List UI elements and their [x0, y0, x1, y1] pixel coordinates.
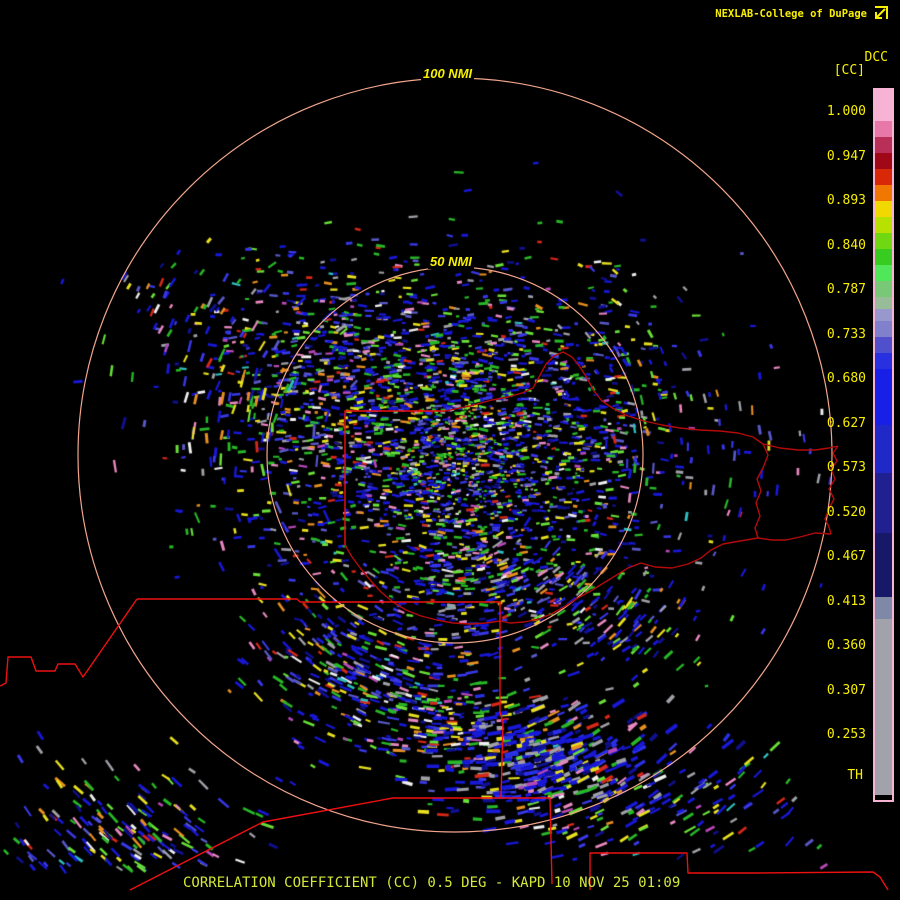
river-boundary-line [445, 352, 768, 538]
nexlab-logo-icon [872, 6, 888, 22]
colorbar-tick: 0.573 [827, 460, 866, 475]
colorbar-segment [875, 265, 892, 281]
colorbar-segment [875, 353, 892, 369]
colorbar-tick: 1.000 [827, 104, 866, 119]
colorbar-title: DCC [865, 50, 888, 65]
colorbar-segment [875, 217, 892, 233]
brand-text: NEXLAB-College of DuPage [715, 8, 867, 20]
colorbar-segment [875, 597, 892, 619]
colorbar-segment [875, 121, 892, 137]
colorbar-tick: 0.467 [827, 549, 866, 564]
colorbar-threshold-label: TH [847, 768, 863, 783]
colorbar-tick: 0.520 [827, 505, 866, 520]
county-boundary-line [500, 602, 552, 884]
colorbar-segment [875, 233, 892, 249]
status-bar: CORRELATION COEFFICIENT (CC) 0.5 DEG - K… [183, 875, 680, 891]
colorbar-tick: 0.893 [827, 193, 866, 208]
colorbar-segment [875, 321, 892, 337]
river-boundary-line [758, 533, 831, 540]
colorbar-segment [875, 309, 892, 321]
colorbar-tick: 0.413 [827, 594, 866, 609]
colorbar-segment [875, 425, 892, 473]
colorbar-tick: 0.733 [827, 327, 866, 342]
colorbar-segment [875, 619, 892, 795]
range-ring-label-50nmi: 50 NMI [428, 254, 474, 269]
county-boundary-line [0, 599, 137, 686]
colorbar-segment [875, 249, 892, 265]
colorbar-segment [875, 473, 892, 533]
colorbar-tick: 0.253 [827, 727, 866, 742]
colorbar-segment [875, 153, 892, 169]
river-boundary-line [345, 545, 500, 624]
colorbar-segment [875, 169, 892, 185]
colorbar [873, 88, 894, 802]
river-boundary-line [763, 444, 838, 450]
range-ring-label-100nmi: 100 NMI [421, 66, 474, 81]
colorbar-segment [875, 337, 892, 353]
colorbar-tick: 0.947 [827, 149, 866, 164]
colorbar-segment [875, 297, 892, 309]
colorbar-segment [875, 185, 892, 201]
colorbar-segment [875, 201, 892, 217]
colorbar-units: [CC] [834, 63, 865, 78]
range-ring [267, 267, 643, 643]
colorbar-segment [875, 137, 892, 153]
range-ring [78, 78, 832, 832]
radar-screen: 100 NMI 50 NMI NEXLAB-College of DuPage … [0, 0, 900, 900]
county-boundary-line [137, 599, 500, 602]
colorbar-tick: 0.840 [827, 238, 866, 253]
river-boundary-line [500, 538, 758, 623]
brand: NEXLAB-College of DuPage [715, 6, 888, 22]
map-overlay [0, 0, 900, 900]
colorbar-tick: 0.787 [827, 282, 866, 297]
colorbar-segment [875, 369, 892, 425]
colorbar-segment [875, 795, 892, 800]
colorbar-segment [875, 90, 892, 121]
colorbar-tick: 0.307 [827, 683, 866, 698]
colorbar-segment [875, 281, 892, 297]
colorbar-tick: 0.627 [827, 416, 866, 431]
colorbar-segments [875, 90, 892, 800]
colorbar-segment [875, 533, 892, 597]
colorbar-tick: 0.360 [827, 638, 866, 653]
county-boundary-line [345, 411, 445, 545]
colorbar-tick: 0.680 [827, 371, 866, 386]
